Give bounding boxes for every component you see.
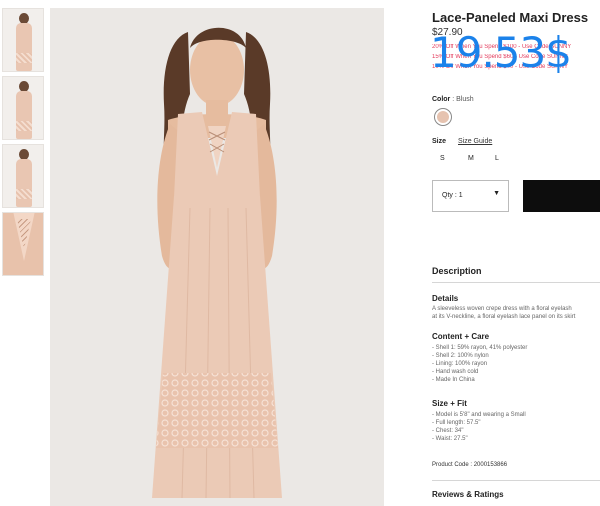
product-info: Lace-Paneled Maxi Dress $27.90 20% Off W…	[430, 0, 600, 506]
size-label: Size	[432, 138, 447, 145]
list-item: - Chest: 34"	[432, 428, 464, 434]
list-item: - Shell 2: 100% nylon	[432, 353, 489, 359]
caret-down-icon: ▼	[493, 190, 500, 197]
thumbnail-dress	[16, 91, 32, 139]
thumbnail-lace	[16, 189, 32, 199]
content-care-heading: Content + Care	[432, 332, 490, 341]
dress-skirt	[152, 196, 282, 498]
thumbnail-side[interactable]	[2, 76, 44, 140]
color-label: Color : Blush	[432, 96, 474, 103]
reviews-heading[interactable]: Reviews & Ratings	[432, 490, 504, 499]
list-item: - Hand wash cold	[432, 369, 479, 375]
thumbnail-lace	[16, 53, 32, 63]
list-item: - Lining: 100% rayon	[432, 361, 488, 367]
thumbnail-lace	[16, 121, 32, 131]
quantity-select[interactable]: Qty : 1 ▼	[432, 180, 509, 212]
model-illustration	[152, 27, 282, 499]
description-heading: Description	[432, 266, 482, 276]
divider	[432, 480, 600, 481]
sale-price-overlay: 19.53$	[430, 28, 572, 77]
main-product-image[interactable]	[50, 8, 384, 506]
list-item: - Made In China	[432, 377, 475, 383]
list-item: - Shell 1: 59% rayon, 41% polyester	[432, 345, 528, 351]
color-swatch-fill	[437, 111, 449, 123]
color-label-text: Color	[432, 96, 451, 103]
color-value: : Blush	[452, 96, 474, 103]
thumbnail-dress	[16, 159, 32, 207]
size-guide-link[interactable]: Size Guide	[458, 138, 492, 145]
thumbnail-dress	[16, 23, 32, 71]
list-item: - Full length: 57.5"	[432, 420, 481, 426]
thumbnail-neckline-closeup[interactable]	[2, 212, 44, 276]
size-fit-heading: Size + Fit	[432, 399, 467, 408]
details-heading: Details	[432, 294, 459, 303]
list-item: - Model is 5'8" and wearing a Small	[432, 412, 526, 418]
dress-lace-panel	[156, 373, 278, 448]
add-to-bag-button[interactable]	[523, 180, 600, 212]
content-care-list: - Shell 1: 59% rayon, 41% polyester - Sh…	[432, 344, 527, 384]
details-text-line: at its V-neckline, a floral eyelash lace…	[432, 314, 576, 320]
product-title: Lace-Paneled Maxi Dress	[432, 10, 589, 25]
size-option-s[interactable]: S	[440, 155, 445, 162]
model-face	[190, 34, 244, 106]
thumbnail-back[interactable]	[2, 144, 44, 208]
product-code: Product Code : 2000153866	[432, 462, 508, 468]
list-item: - Waist: 27.5"	[432, 436, 468, 442]
quantity-value: Qty : 1	[442, 192, 463, 199]
divider	[432, 282, 600, 283]
thumbnail-strip	[2, 8, 46, 280]
thumbnail-front[interactable]	[2, 8, 44, 72]
color-swatch-blush[interactable]	[434, 108, 452, 126]
size-fit-list: - Model is 5'8" and wearing a Small - Fu…	[432, 411, 526, 443]
size-option-l[interactable]: L	[495, 155, 499, 162]
size-option-m[interactable]: M	[468, 155, 474, 162]
details-text-line: A sleeveless woven crepe dress with a fl…	[432, 306, 572, 312]
